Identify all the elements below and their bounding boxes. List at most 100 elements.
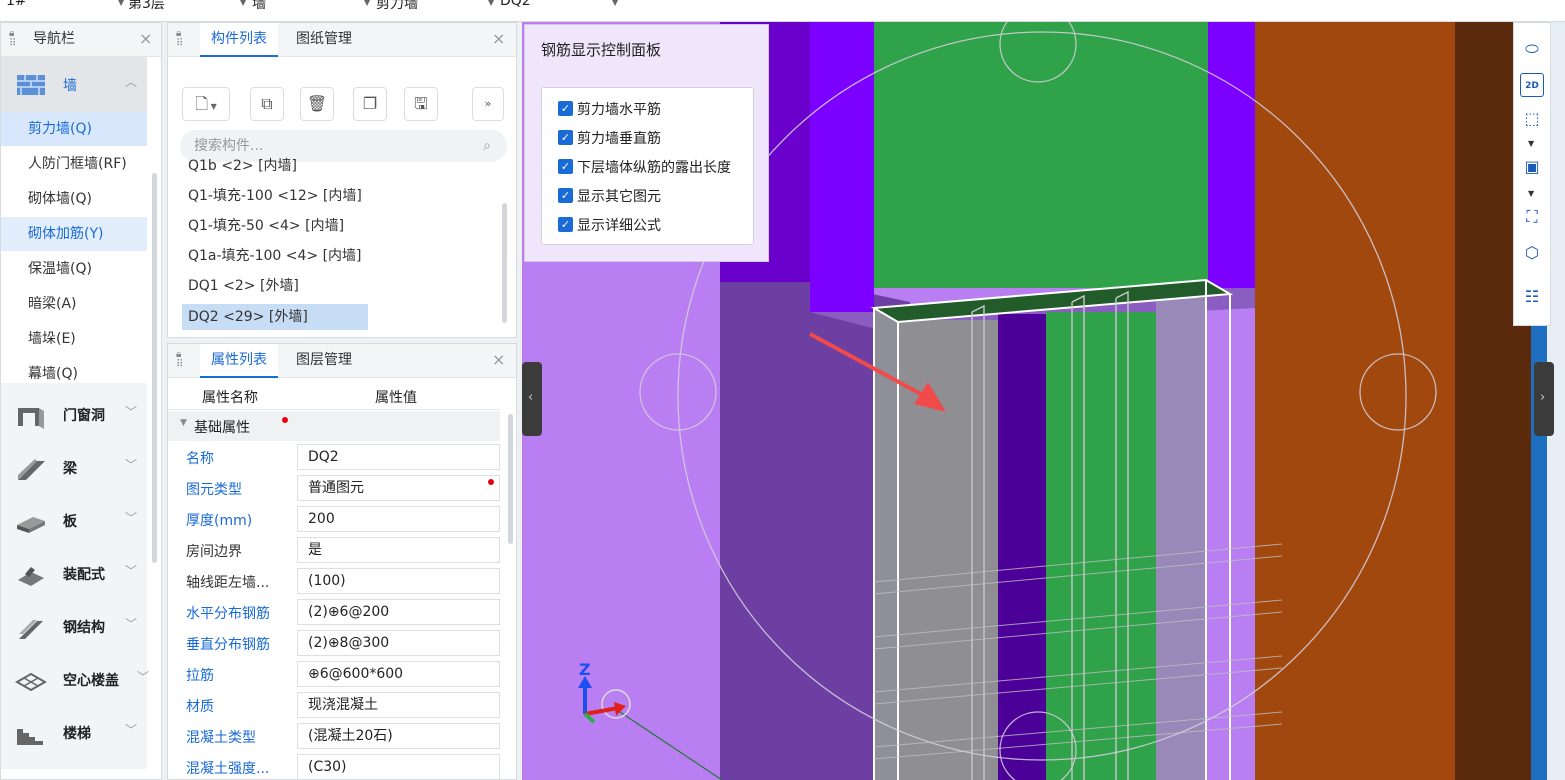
chevron-down-icon[interactable]: ▼ [240,0,246,7]
type-select[interactable]: 剪力墙 [376,0,418,13]
new-component-button[interactable]: 🗋 ▼ [182,87,230,121]
collapse-left-handle[interactable]: ‹ [522,362,542,436]
nav-item-masonry-wall[interactable]: 砌体墙(Q) [1,182,147,216]
close-icon[interactable]: × [492,350,505,369]
property-row[interactable]: 房间边界 是 [180,535,512,566]
nav-item-shear-wall[interactable]: 剪力墙(Q) [1,112,147,146]
property-row[interactable]: 材质 现浇混凝土 [180,690,512,721]
chevron-down-icon[interactable]: ▼ [1528,139,1534,148]
copy-button[interactable]: ⧉ [250,87,284,121]
component-scrollbar[interactable] [502,203,507,323]
delete-button[interactable]: 🗑︎ [300,87,334,121]
tab-layer-management[interactable]: 图层管理 [296,344,352,378]
cube-view-icon[interactable]: ⬡ [1520,241,1544,265]
property-row[interactable]: 图元类型 普通图元 [180,473,512,504]
property-row[interactable]: 轴线距左墙... (100) [180,566,512,597]
chevron-up-icon[interactable]: ︿ [125,73,137,90]
chevron-down-icon[interactable]: ▼ [612,0,618,7]
floor-project-select[interactable]: 1# [6,0,27,9]
property-name: 水平分布钢筋 [186,606,270,622]
property-group-basic[interactable]: ▼ 基础属性 [168,411,500,441]
property-value-field[interactable]: 普通图元 [297,475,500,501]
floor-select[interactable]: 第3层 [128,0,165,13]
chevron-down-icon[interactable]: ﹀ [137,668,149,685]
property-name: 材质 [186,699,214,715]
property-value-field[interactable]: (C30) [297,754,500,779]
list-item[interactable]: DQ1 <2> [外墙] [182,273,372,299]
chevron-down-icon[interactable]: ﹀ [125,615,137,632]
collapse-right-handle[interactable]: › [1534,362,1554,436]
chevron-down-icon[interactable]: ▼ [118,0,124,7]
chevron-down-icon[interactable]: ﹀ [125,562,137,579]
slab-icon [17,517,45,533]
property-value-field[interactable]: (2)⊕6@200 [297,599,500,625]
list-item[interactable]: Q1-填充-100 <12> [内墙] [182,183,372,209]
property-value-field[interactable]: DQ2 [297,444,500,470]
property-row[interactable]: 混凝土强度... (C30) [180,752,512,779]
display-settings-icon[interactable]: ☷ [1520,285,1544,309]
tab-property-list[interactable]: 属性列表 [200,344,278,378]
property-value-field[interactable]: 200 [297,506,500,532]
property-group-label: 基础属性 [194,420,250,436]
nav-item-insulation-wall[interactable]: 保温墙(Q) [1,252,147,286]
3d-box-filled-icon[interactable]: ▣ [1520,155,1544,179]
checkbox-checked-icon: ✓ [558,217,573,232]
property-row[interactable]: 混凝土类型 (混凝土20石) [180,721,512,752]
chevron-down-icon[interactable]: ▼ [1528,189,1534,198]
property-name: 混凝土强度... [186,761,270,777]
save-template-button[interactable]: 🖫 [404,87,438,121]
list-item[interactable]: Q1-填充-50 <4> [内墙] [182,213,372,239]
nav-category-label: 楼梯 [63,726,91,742]
component-select[interactable]: DQ2 [500,0,531,9]
lock-icon[interactable]: 🔒︎ ⠿ [9,29,21,51]
chevron-down-icon[interactable]: ﹀ [125,403,137,420]
property-name: 轴线距左墙... [186,575,270,591]
nav-title: 导航栏 [33,31,75,47]
list-item-selected[interactable]: DQ2 <29> [外墙] [182,304,368,330]
property-value-field[interactable]: 现浇混凝土 [297,692,500,718]
nav-item-hidden-beam[interactable]: 暗梁(A) [1,287,147,321]
nav-item-masonry-rebar[interactable]: 砌体加筋(Y) [1,217,147,251]
property-row[interactable]: 垂直分布钢筋 (2)⊕8@300 [180,628,512,659]
fit-view-icon[interactable]: ⛶ [1520,205,1544,229]
property-row[interactable]: 名称 DQ2 [180,442,512,473]
properties-scrollbar[interactable] [508,414,513,544]
nav-category-wall[interactable]: 墙 ︿ [1,57,147,112]
close-icon[interactable]: × [492,29,505,48]
lock-icon[interactable]: 🔒︎ ⠿ [176,350,188,372]
category-select[interactable]: 墙 [252,0,266,13]
property-value-field[interactable]: (混凝土20石) [297,723,500,749]
nav-item-civil-defense-wall[interactable]: 人防门框墙(RF) [1,147,147,181]
tab-drawing-management[interactable]: 图纸管理 [296,23,352,57]
list-item[interactable]: Q1b <2> [内墙] [182,153,372,179]
duplicate-button[interactable]: ❐ [353,87,387,121]
tab-component-list[interactable]: 构件列表 [200,23,278,57]
property-row[interactable]: 厚度(mm) 200 [180,504,512,535]
chevron-down-icon[interactable]: ﹀ [125,509,137,526]
close-icon[interactable]: × [139,29,152,48]
property-value-field[interactable]: 是 [297,537,500,563]
nav-category-label: 梁 [63,461,77,477]
lock-icon[interactable]: 🔒︎ ⠿ [176,29,188,51]
chevron-down-icon[interactable]: ﹀ [125,456,137,473]
orbit-icon[interactable]: ⬭ [1520,37,1544,61]
chevron-down-icon[interactable]: ▼ [364,0,370,7]
property-value-field[interactable]: (100) [297,568,500,594]
chevron-down-icon[interactable]: ▼ [488,0,494,7]
property-value-field[interactable]: ⊕6@600*600 [297,661,500,687]
3d-box-icon[interactable]: ⬚ [1520,107,1544,131]
property-row[interactable]: 水平分布钢筋 (2)⊕6@200 [180,597,512,628]
nav-item-wall-pier[interactable]: 墙垛(E) [1,322,147,356]
door-window-icon [18,408,44,429]
chevron-down-icon[interactable]: ﹀ [125,721,137,738]
nav-category-stairs[interactable]: 楼梯 ﹀ [1,701,147,769]
2d-view-icon[interactable]: 2D [1520,73,1544,97]
hollow-floor-icon [15,672,47,692]
new-file-icon: 🗋 [195,94,209,113]
list-item[interactable]: Q1a-填充-100 <4> [内墙] [182,243,372,269]
more-button[interactable]: » [472,87,504,121]
property-value-field[interactable]: (2)⊕8@300 [297,630,500,656]
nav-scrollbar[interactable] [152,173,157,563]
property-row[interactable]: 拉筋 ⊕6@600*600 [180,659,512,690]
property-table-header: 属性名称 属性值 [168,380,500,410]
